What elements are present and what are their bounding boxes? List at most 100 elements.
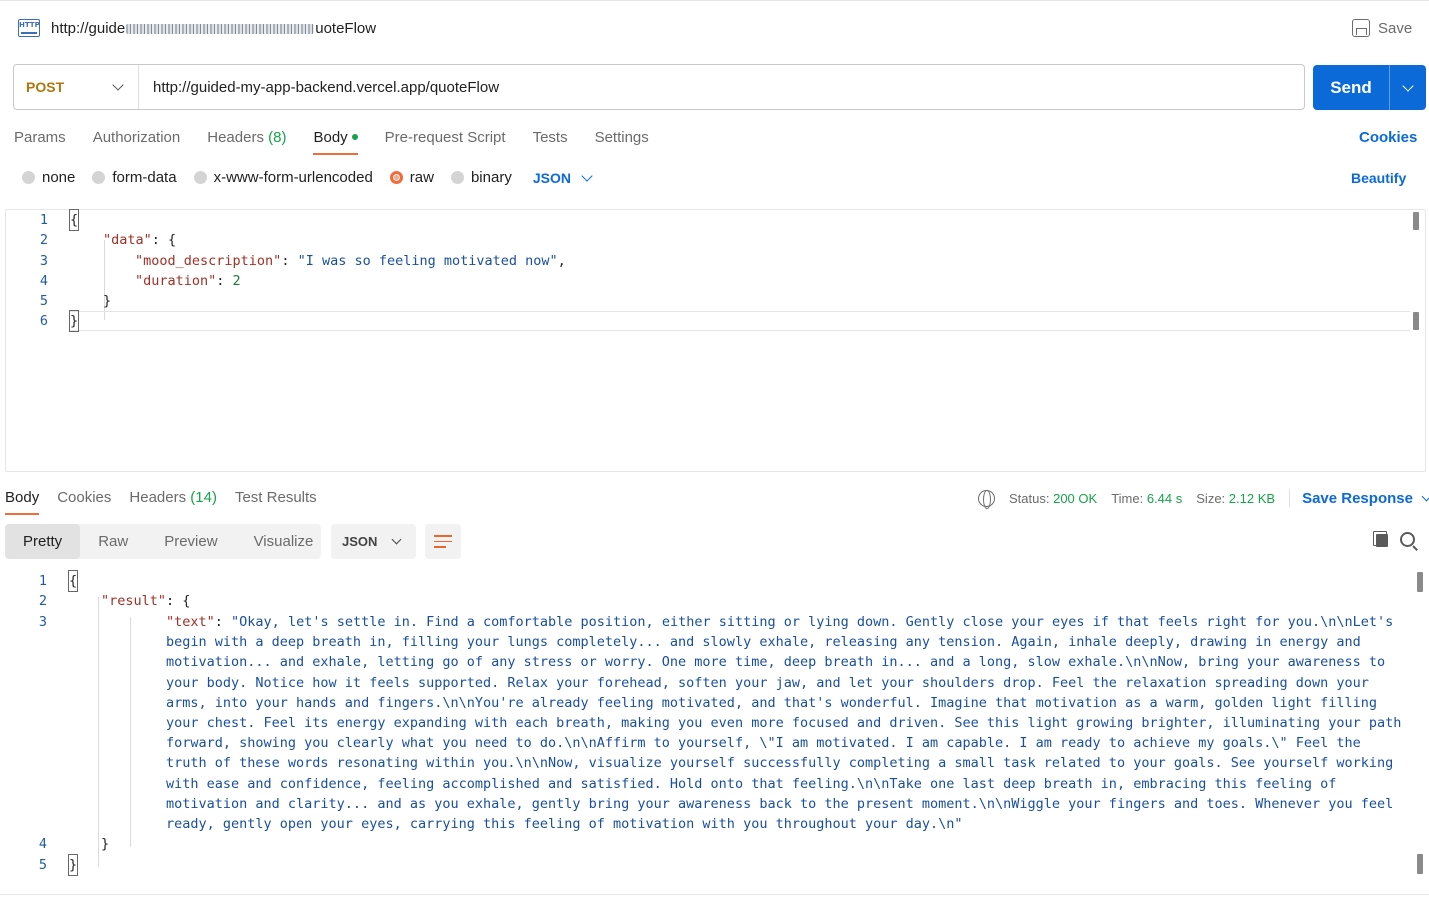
chevron-down-icon (1402, 79, 1414, 92)
radio-circle (92, 171, 106, 184)
wrap-icon-line (434, 540, 452, 543)
response-headers-count: (14) (190, 489, 217, 506)
response-format-label: JSON (342, 534, 378, 549)
request-name-suffix: uoteFlow (315, 20, 377, 37)
json-number-value: 2 (232, 273, 241, 289)
code-brace: { (68, 209, 80, 231)
http-request-icon: HTTP (18, 19, 40, 37)
status-label: Status: (1009, 490, 1050, 506)
divider (1289, 489, 1291, 507)
line-number: 5 (38, 857, 47, 873)
code-brace: } (103, 293, 112, 309)
size-info: Size: 2.12 KB (1196, 491, 1275, 506)
save-label: Save (1378, 19, 1413, 37)
json-key: "mood_description" (135, 253, 282, 269)
send-label: Send (1330, 77, 1372, 97)
globe-icon[interactable] (978, 489, 995, 509)
url-bar: POST (13, 64, 1305, 110)
tab-test-results[interactable]: Test Results (235, 489, 317, 506)
line-number: 3 (39, 253, 48, 269)
code-brace: } (68, 310, 80, 332)
current-line-highlight (70, 311, 1410, 331)
radio-none[interactable]: none (22, 169, 75, 186)
view-visualize[interactable]: Visualize (236, 524, 332, 559)
beautify-button[interactable]: Beautify (1351, 170, 1406, 186)
wrap-lines-button[interactable] (425, 524, 461, 559)
json-text-value: "text": "Okay, let's settle in. Find a c… (166, 614, 1410, 833)
body-format-label: JSON (532, 169, 571, 186)
tab-tests[interactable]: Tests (533, 129, 568, 146)
line-number: 5 (39, 293, 48, 309)
tab-settings[interactable]: Settings (595, 129, 649, 146)
wrap-icon-line (434, 535, 452, 537)
request-tabs: Params Authorization Headers (8) Body Pr… (14, 129, 676, 155)
view-raw[interactable]: Raw (80, 524, 146, 559)
headers-count: (8) (268, 129, 287, 146)
save-icon (1352, 19, 1370, 37)
code-brace: } (101, 836, 110, 852)
radio-label: x-www-form-urlencoded (213, 169, 373, 186)
tab-body[interactable]: Body (313, 129, 358, 155)
response-body-viewer[interactable]: 1{ 2 "result": { 3 "text": "Okay, let's s… (0, 569, 1429, 889)
save-response-button[interactable]: Save Response (1302, 490, 1429, 507)
body-format-dropdown[interactable]: JSON (532, 169, 593, 186)
code-brace: { (67, 570, 79, 592)
json-key: "result" (101, 593, 167, 609)
json-string-value: "I was so feeling motivated now" (297, 253, 558, 269)
response-meta: Status: 200 OK Time: 6.44 s Size: 2.12 K… (978, 489, 1429, 509)
body-indicator-dot (351, 133, 358, 140)
radio-circle (450, 171, 464, 184)
search-icon[interactable] (1400, 532, 1415, 547)
radio-raw[interactable]: raw (389, 169, 434, 186)
save-response-label: Save Response (1302, 489, 1413, 507)
tab-pre-request-script[interactable]: Pre-request Script (385, 129, 506, 146)
request-body-editor[interactable]: 1{ 2 "data": { 3 "mood_description": "I wa… (5, 209, 1426, 472)
scrollbar-marker (1413, 312, 1419, 330)
radio-label: none (42, 169, 76, 186)
send-options-dropdown[interactable] (1390, 79, 1426, 92)
save-button[interactable]: Save (1352, 19, 1412, 37)
line-number: 6 (39, 313, 48, 329)
time-label: Time: (1111, 490, 1144, 506)
code-brace: } (67, 854, 79, 876)
wrap-icon-line (434, 546, 446, 548)
method-dropdown[interactable]: POST (14, 65, 139, 109)
json-key: "duration" (135, 273, 217, 289)
cookies-link[interactable]: Cookies (1359, 129, 1417, 146)
line-number: 2 (38, 593, 47, 609)
tab-headers[interactable]: Headers (8) (207, 129, 286, 146)
radio-label: form-data (112, 169, 177, 186)
redacted-text (126, 24, 315, 35)
scrollbar[interactable] (1413, 212, 1419, 230)
send-button[interactable]: Send (1313, 65, 1426, 110)
scrollbar[interactable] (1417, 572, 1423, 592)
radio-form-data[interactable]: form-data (92, 169, 177, 186)
tab-response-cookies[interactable]: Cookies (57, 489, 111, 506)
radio-binary[interactable]: binary (450, 169, 512, 186)
radio-circle (22, 171, 35, 184)
indent-guide (98, 597, 99, 867)
response-format-dropdown[interactable]: JSON (331, 524, 416, 559)
request-name[interactable]: http://guide uoteFlow (51, 20, 376, 37)
tab-authorization[interactable]: Authorization (93, 129, 181, 146)
tab-response-headers[interactable]: Headers (14) (129, 489, 217, 506)
view-preview[interactable]: Preview (146, 524, 235, 559)
tab-params[interactable]: Params (14, 129, 66, 146)
chevron-down-icon (1421, 491, 1429, 501)
line-number: 3 (38, 614, 47, 630)
chevron-down-icon (581, 169, 593, 182)
url-input[interactable] (139, 65, 1304, 109)
request-name-prefix: http://guide (51, 20, 126, 37)
scrollbar-marker (1417, 854, 1423, 874)
tab-response-body[interactable]: Body (5, 489, 40, 515)
copy-icon[interactable] (1373, 531, 1390, 548)
radio-urlencoded[interactable]: x-www-form-urlencoded (193, 169, 373, 186)
radio-circle-selected (389, 171, 403, 184)
json-key: "data" (103, 232, 152, 248)
size-value: 2.12 KB (1228, 490, 1276, 506)
view-pretty[interactable]: Pretty (5, 524, 81, 559)
response-view-selector: Pretty Raw Preview Visualize (5, 524, 321, 559)
radio-label: binary (470, 169, 512, 186)
method-label: POST (26, 79, 65, 95)
chevron-down-icon (391, 534, 402, 545)
